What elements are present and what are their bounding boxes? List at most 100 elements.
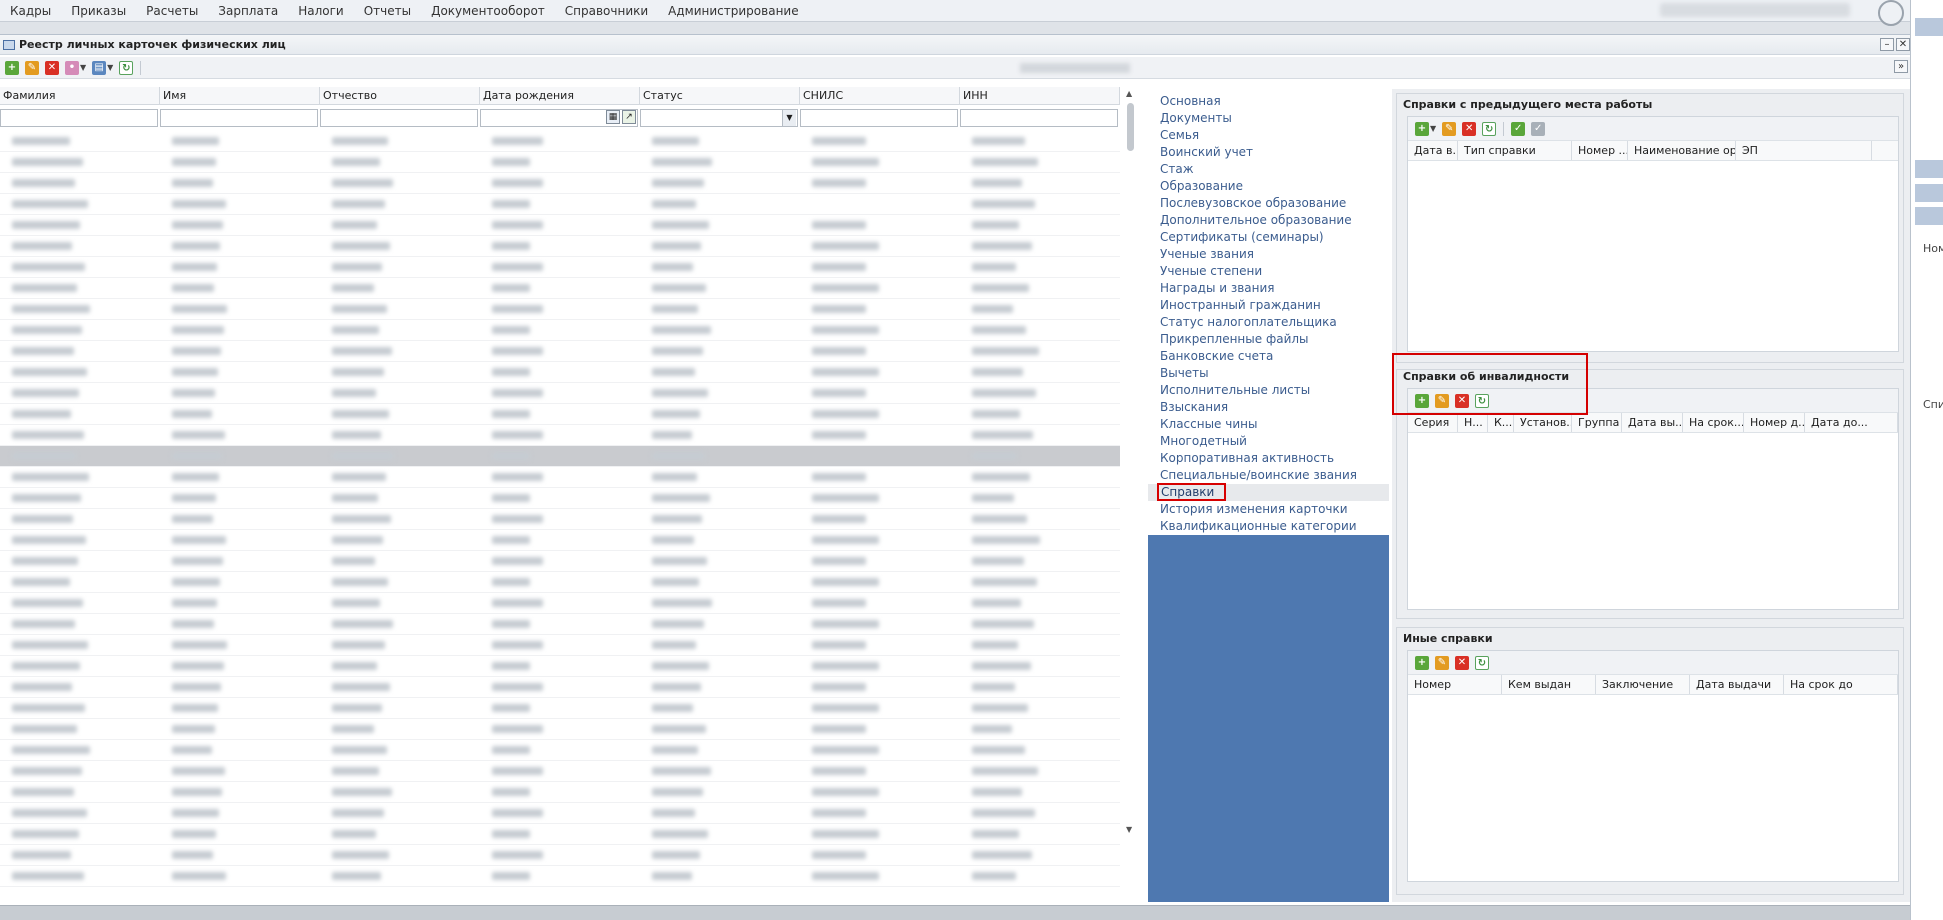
edit-icon[interactable]: ✎ [1435, 655, 1449, 670]
nav-item[interactable]: Справки [1148, 483, 1389, 501]
actions-menu-icon[interactable]: • [65, 60, 79, 75]
col-header-name[interactable]: Имя [160, 87, 320, 105]
menu-item-spravochniki[interactable]: Справочники [555, 4, 658, 18]
menu-item-nalogi[interactable]: Налоги [288, 4, 354, 18]
date-range-icon[interactable]: ↗ [622, 110, 636, 124]
nav-item[interactable]: Исполнительные листы [1148, 382, 1389, 399]
table-row[interactable] [0, 593, 1120, 614]
app-logo-icon[interactable] [1878, 0, 1904, 26]
menu-item-kadry[interactable]: Кадры [0, 4, 61, 18]
table-row[interactable] [0, 866, 1120, 887]
table-row[interactable] [0, 320, 1120, 341]
nav-item[interactable]: Классные чины [1148, 416, 1389, 433]
chevron-down-icon[interactable]: ▼ [80, 63, 86, 72]
table-row[interactable] [0, 656, 1120, 677]
grid-scrollbar[interactable]: ▲ ▼ [1124, 87, 1138, 837]
nav-item[interactable]: Квалификационные категории [1148, 518, 1389, 535]
col-header[interactable]: Номер ... [1572, 141, 1628, 160]
table-row[interactable] [0, 761, 1120, 782]
col-header[interactable]: Группа [1572, 413, 1622, 432]
col-header[interactable]: Дата до... [1805, 413, 1898, 432]
col-header-inn[interactable]: ИНН [960, 87, 1120, 105]
delete-icon[interactable]: ✕ [1462, 121, 1477, 136]
table-row[interactable] [0, 194, 1120, 215]
calendar-icon[interactable]: ▦ [606, 110, 620, 124]
print-icon[interactable]: ▤ [92, 60, 107, 75]
nav-item[interactable]: Специальные/воинские звания [1148, 467, 1389, 484]
chevron-down-icon[interactable]: ▼ [782, 110, 796, 126]
edge-tab[interactable] [1915, 184, 1943, 202]
table-row[interactable] [0, 803, 1120, 824]
filter-patronymic-input[interactable] [320, 109, 478, 127]
menu-item-administrirovanie[interactable]: Администрирование [658, 4, 808, 18]
edge-tab[interactable] [1915, 207, 1943, 225]
delete-icon[interactable]: ✕ [1455, 655, 1469, 670]
nav-item[interactable]: Награды и звания [1148, 280, 1389, 297]
table-row[interactable] [0, 572, 1120, 593]
filter-inn-input[interactable] [960, 109, 1118, 127]
col-header[interactable]: Наименование ор... [1628, 141, 1736, 160]
table-row[interactable] [0, 425, 1120, 446]
edit-icon[interactable]: ✎ [1442, 121, 1457, 136]
table-row[interactable] [0, 551, 1120, 572]
table-row[interactable] [0, 341, 1120, 362]
col-header-birthdate[interactable]: Дата рождения [480, 87, 640, 105]
table-row[interactable] [0, 530, 1120, 551]
refresh-icon[interactable]: ↻ [1475, 655, 1489, 670]
edge-tab[interactable] [1915, 18, 1943, 36]
refresh-icon[interactable]: ↻ [119, 60, 134, 75]
nav-item[interactable]: Прикрепленные файлы [1148, 331, 1389, 348]
col-header-patronymic[interactable]: Отчество [320, 87, 480, 105]
table-row[interactable] [0, 173, 1120, 194]
chevron-down-icon[interactable]: ▼ [107, 63, 113, 72]
scroll-down-icon[interactable]: ▼ [1126, 825, 1132, 834]
table-row[interactable] [0, 467, 1120, 488]
table-row[interactable] [0, 257, 1120, 278]
table-row[interactable] [0, 698, 1120, 719]
table-row[interactable] [0, 782, 1120, 803]
nav-item[interactable]: Ученые звания [1148, 246, 1389, 263]
col-header[interactable]: Установ... [1514, 413, 1572, 432]
table-row[interactable] [0, 131, 1120, 152]
add-icon[interactable]: + [1415, 655, 1429, 670]
table-row[interactable] [0, 404, 1120, 425]
nav-item[interactable]: Семья [1148, 127, 1389, 144]
nav-item[interactable]: Многодетный [1148, 433, 1389, 450]
col-header[interactable]: Заключение [1596, 675, 1690, 694]
refresh-icon[interactable]: ↻ [1482, 121, 1497, 136]
col-header[interactable]: Дата вы... [1622, 413, 1683, 432]
verify-signature-icon[interactable]: ✓ [1531, 121, 1546, 136]
nav-item[interactable]: Вычеты [1148, 365, 1389, 382]
nav-item[interactable]: Документы [1148, 110, 1389, 127]
col-header[interactable]: Серия [1408, 413, 1458, 432]
table-row[interactable] [0, 446, 1120, 467]
nav-item[interactable]: Дополнительное образование [1148, 212, 1389, 229]
filter-snils-input[interactable] [800, 109, 958, 127]
minimize-button[interactable]: – [1880, 38, 1894, 51]
nav-item[interactable]: Стаж [1148, 161, 1389, 178]
table-row[interactable] [0, 509, 1120, 530]
nav-item[interactable]: Основная [1148, 93, 1389, 110]
table-row[interactable] [0, 845, 1120, 866]
col-header[interactable]: Тип справки [1458, 141, 1572, 160]
table-row[interactable] [0, 299, 1120, 320]
user-info-blurred[interactable] [1660, 3, 1850, 17]
menu-item-zarplata[interactable]: Зарплата [208, 4, 288, 18]
col-header-snils[interactable]: СНИЛС [800, 87, 960, 105]
expand-panel-button[interactable]: » [1894, 60, 1908, 73]
table-row[interactable] [0, 635, 1120, 656]
menu-item-dokumentooborot[interactable]: Документооборот [421, 4, 555, 18]
nav-item[interactable]: Взыскания [1148, 399, 1389, 416]
edge-tab[interactable] [1915, 160, 1943, 178]
add-icon[interactable]: + [5, 60, 19, 75]
table-row[interactable] [0, 824, 1120, 845]
filter-name-input[interactable] [160, 109, 318, 127]
table-row[interactable] [0, 362, 1120, 383]
chevron-down-icon[interactable]: ▼ [1430, 124, 1436, 133]
nav-item[interactable]: Ученые степени [1148, 263, 1389, 280]
col-header[interactable]: Дата в... [1408, 141, 1458, 160]
col-header[interactable]: ЭП [1736, 141, 1872, 160]
nav-item[interactable]: История изменения карточки [1148, 501, 1389, 518]
col-header[interactable]: На срок до [1784, 675, 1898, 694]
filter-status-select[interactable] [640, 109, 798, 127]
